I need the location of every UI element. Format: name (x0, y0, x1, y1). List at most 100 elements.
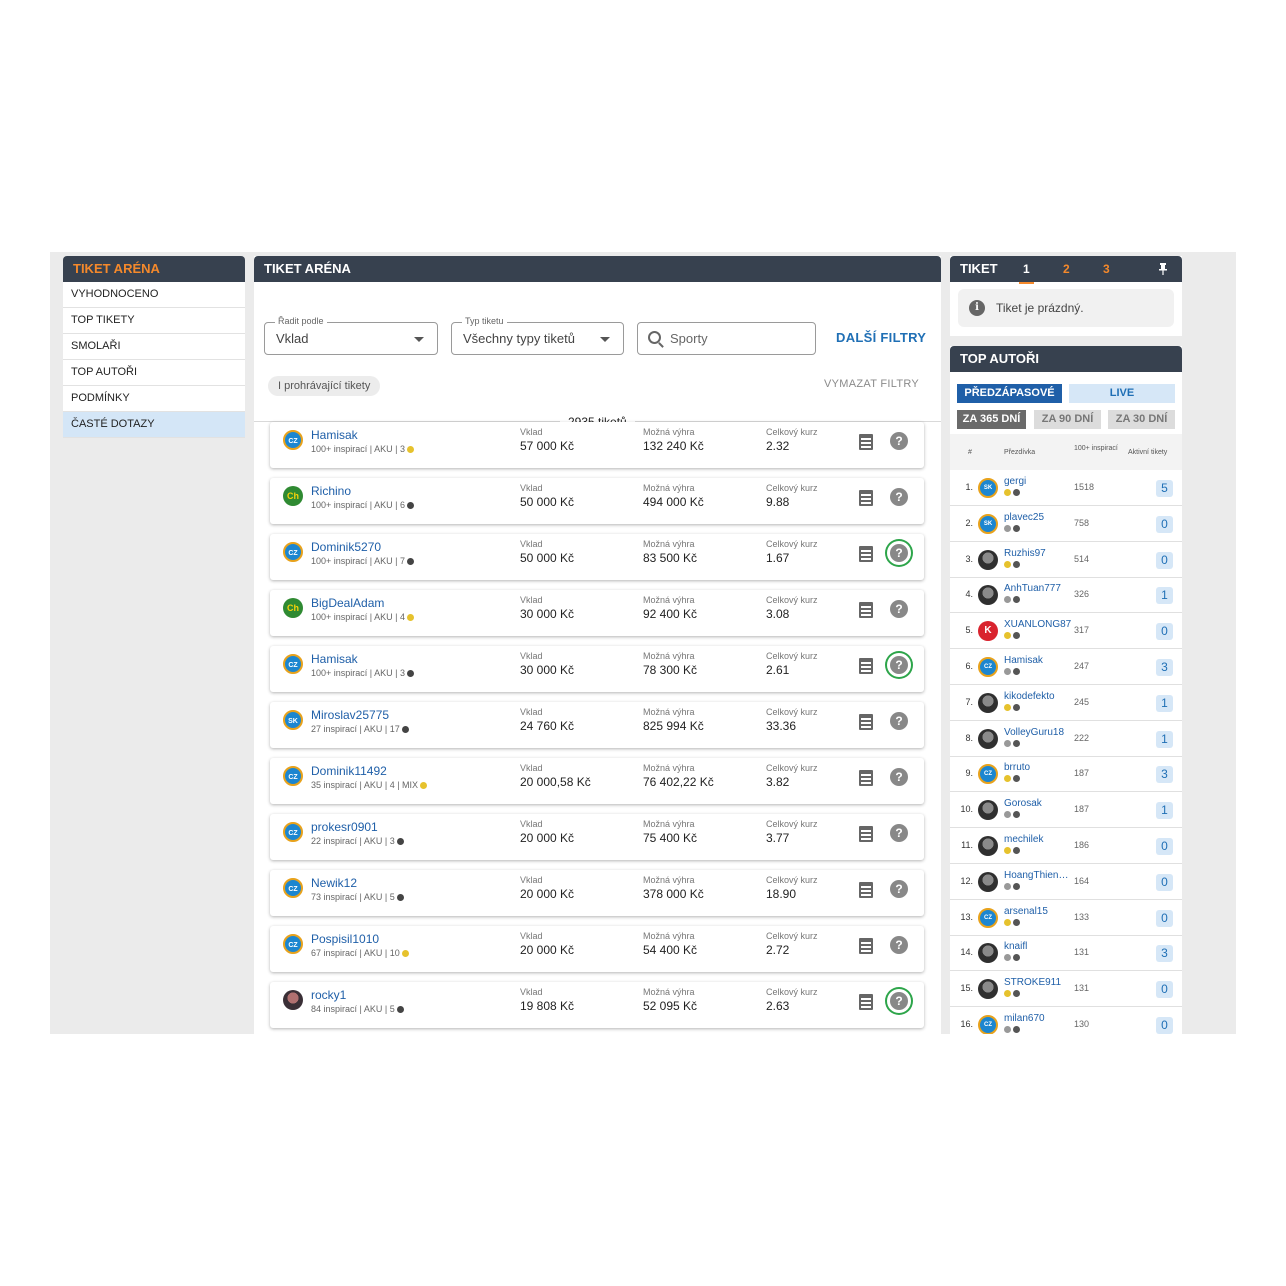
ticket-author-name[interactable]: Pospisil1010 (311, 932, 379, 946)
author-row[interactable]: 3. Ruzhis97 514 0 (950, 542, 1182, 578)
author-active-tickets[interactable]: 1 (1156, 694, 1173, 712)
ticket-author-name[interactable]: Miroslav25775 (311, 708, 389, 722)
author-active-tickets[interactable]: 1 (1156, 802, 1173, 820)
ticket-author-name[interactable]: rocky1 (311, 988, 346, 1002)
nav-item-smolari[interactable]: SMOLAŘI (63, 334, 245, 360)
author-row[interactable]: 14. knaifl 131 3 (950, 935, 1182, 972)
ticket-author-name[interactable]: Dominik11492 (311, 764, 387, 778)
nav-item-top-tikety[interactable]: TOP TIKETY (63, 308, 245, 334)
author-active-tickets[interactable]: 0 (1156, 838, 1173, 855)
author-nickname[interactable]: kikodefekto (1004, 691, 1055, 702)
ticket-detail-icon[interactable] (859, 490, 873, 506)
author-nickname[interactable]: plavec25 (1004, 512, 1044, 523)
ticket-author-name[interactable]: Hamisak (311, 652, 358, 666)
author-nickname[interactable]: Gorosak (1004, 798, 1042, 809)
author-row[interactable]: 10. Gorosak 187 1 (950, 792, 1182, 829)
author-active-tickets[interactable]: 0 (1156, 515, 1173, 533)
author-row[interactable]: 5. K XUANLONG87 317 0 (950, 613, 1182, 650)
ticket-row[interactable]: CZ Pospisil1010 67 inspirací | AKU | 10 Vkl… (270, 926, 924, 972)
author-active-tickets[interactable]: 1 (1156, 587, 1173, 605)
author-row[interactable]: 12. HoangThien… 164 0 (950, 864, 1182, 900)
ticket-row[interactable]: CZ Hamisak 100+ inspirací | AKU | 3 Vklad 30… (270, 646, 924, 692)
author-active-tickets[interactable]: 0 (1156, 909, 1173, 927)
author-nickname[interactable]: mechilek (1004, 834, 1043, 845)
author-nickname[interactable]: knaifl (1004, 941, 1027, 952)
author-nickname[interactable]: HoangThien… (1004, 870, 1068, 881)
author-nickname[interactable]: STROKE911 (1004, 977, 1061, 988)
ticket-detail-icon[interactable] (859, 770, 873, 786)
author-active-tickets[interactable]: 3 (1156, 659, 1173, 676)
author-row[interactable]: 11. mechilek 186 0 (950, 828, 1182, 864)
author-active-tickets[interactable]: 5 (1156, 480, 1173, 497)
ticket-author-name[interactable]: BigDealAdam (311, 596, 384, 610)
sport-search-input[interactable]: Sporty (637, 322, 816, 355)
more-filters-button[interactable]: DALŠÍ FILTRY (836, 330, 926, 345)
ticket-author-name[interactable]: prokesr0901 (311, 820, 378, 834)
ticket-tab-1[interactable]: 1 (1019, 256, 1034, 284)
ticket-detail-icon[interactable] (859, 938, 873, 954)
author-row[interactable]: 9. CZ brruto 187 3 (950, 756, 1182, 793)
ticket-author-name[interactable]: Newik12 (311, 876, 357, 890)
pin-icon[interactable] (1159, 263, 1167, 275)
author-nickname[interactable]: XUANLONG87 (1004, 619, 1071, 630)
ticket-tab-3[interactable]: 3 (1103, 256, 1110, 282)
author-row[interactable]: 15. STROKE911 131 0 (950, 971, 1182, 1008)
losing-tickets-chip[interactable]: I prohrávající tikety (268, 376, 381, 396)
ticket-row[interactable]: CZ Dominik5270 100+ inspirací | AKU | 7 Vkl… (270, 534, 924, 580)
author-row[interactable]: 1. SK gergi 1518 5 (950, 470, 1182, 506)
mode-prematch-button[interactable]: PŘEDZÁPASOVÉ (957, 384, 1062, 403)
ticket-detail-icon[interactable] (859, 882, 873, 898)
author-nickname[interactable]: Ruzhis97 (1004, 548, 1046, 559)
ticket-detail-icon[interactable] (859, 994, 873, 1010)
ticket-row[interactable]: SK Miroslav25775 27 inspirací | AKU | 17 Vk… (270, 702, 924, 748)
ticket-row[interactable]: CZ Newik12 73 inspirací | AKU | 5 Vklad 20 0… (270, 870, 924, 916)
ticket-detail-icon[interactable] (859, 714, 873, 730)
ticket-row[interactable]: Ch BigDealAdam 100+ inspirací | AKU | 4 Vkl… (270, 590, 924, 636)
ticket-detail-icon[interactable] (859, 546, 873, 562)
author-nickname[interactable]: arsenal15 (1004, 906, 1048, 917)
author-active-tickets[interactable]: 3 (1156, 945, 1173, 963)
sort-select[interactable]: Řadit podle Vklad (264, 316, 438, 355)
author-row[interactable]: 2. SK plavec25 758 0 (950, 506, 1182, 542)
author-row[interactable]: 13. CZ arsenal15 133 0 (950, 900, 1182, 936)
author-active-tickets[interactable]: 0 (1156, 1017, 1173, 1034)
ticket-row[interactable]: CZ prokesr0901 22 inspirací | AKU | 3 Vklad… (270, 814, 924, 860)
author-row[interactable]: 6. CZ Hamisak 247 3 (950, 649, 1182, 685)
clear-filters-button[interactable]: VYMAZAT FILTRY (824, 378, 919, 390)
author-nickname[interactable]: gergi (1004, 476, 1026, 487)
author-row[interactable]: 7. kikodefekto 245 1 (950, 685, 1182, 721)
nav-item-vyhodnoceno[interactable]: VYHODNOCENO (63, 282, 245, 308)
author-nickname[interactable]: milan670 (1004, 1013, 1045, 1024)
author-nickname[interactable]: brruto (1004, 762, 1030, 773)
author-active-tickets[interactable]: 1 (1156, 730, 1173, 748)
period-90-button[interactable]: ZA 90 DNÍ (1034, 410, 1101, 429)
author-active-tickets[interactable]: 0 (1156, 623, 1173, 641)
ticket-tab-2[interactable]: 2 (1063, 256, 1070, 282)
author-nickname[interactable]: AnhTuan777 (1004, 583, 1061, 594)
author-nickname[interactable]: VolleyGuru18 (1004, 727, 1064, 738)
author-row[interactable]: 16. CZ milan670 130 0 (950, 1007, 1182, 1034)
nav-item-podminky[interactable]: PODMÍNKY (63, 386, 245, 412)
author-active-tickets[interactable]: 0 (1156, 551, 1173, 569)
author-row[interactable]: 4. AnhTuan777 326 1 (950, 577, 1182, 614)
ticket-row[interactable]: Ch Richino 100+ inspirací | AKU | 6 Vklad 50… (270, 478, 924, 524)
author-active-tickets[interactable]: 0 (1156, 873, 1173, 891)
ticket-detail-icon[interactable] (859, 434, 873, 450)
ticket-detail-icon[interactable] (859, 602, 873, 618)
ticket-type-select[interactable]: Typ tiketu Všechny typy tiketů (451, 316, 624, 355)
ticket-row[interactable]: CZ Dominik11492 35 inspirací | AKU | 4 | M… (270, 758, 924, 804)
ticket-row[interactable]: CZ Hamisak 100+ inspirací | AKU | 3 Vklad 57… (270, 422, 924, 468)
ticket-author-name[interactable]: Richino (311, 484, 351, 498)
ticket-row[interactable]: rocky1 84 inspirací | AKU | 5 Vklad 19 808 … (270, 982, 924, 1028)
nav-item-caste-dotazy[interactable]: ČASTÉ DOTAZY (63, 412, 245, 438)
ticket-author-name[interactable]: Hamisak (311, 428, 358, 442)
author-nickname[interactable]: Hamisak (1004, 655, 1043, 666)
nav-item-top-autori[interactable]: TOP AUTOŘI (63, 360, 245, 386)
author-row[interactable]: 8. VolleyGuru18 222 1 (950, 721, 1182, 757)
ticket-detail-icon[interactable] (859, 826, 873, 842)
ticket-detail-icon[interactable] (859, 658, 873, 674)
ticket-author-name[interactable]: Dominik5270 (311, 540, 381, 554)
author-active-tickets[interactable]: 0 (1156, 981, 1173, 999)
period-365-button[interactable]: ZA 365 DNÍ (957, 410, 1026, 429)
mode-live-button[interactable]: LIVE (1069, 384, 1175, 403)
